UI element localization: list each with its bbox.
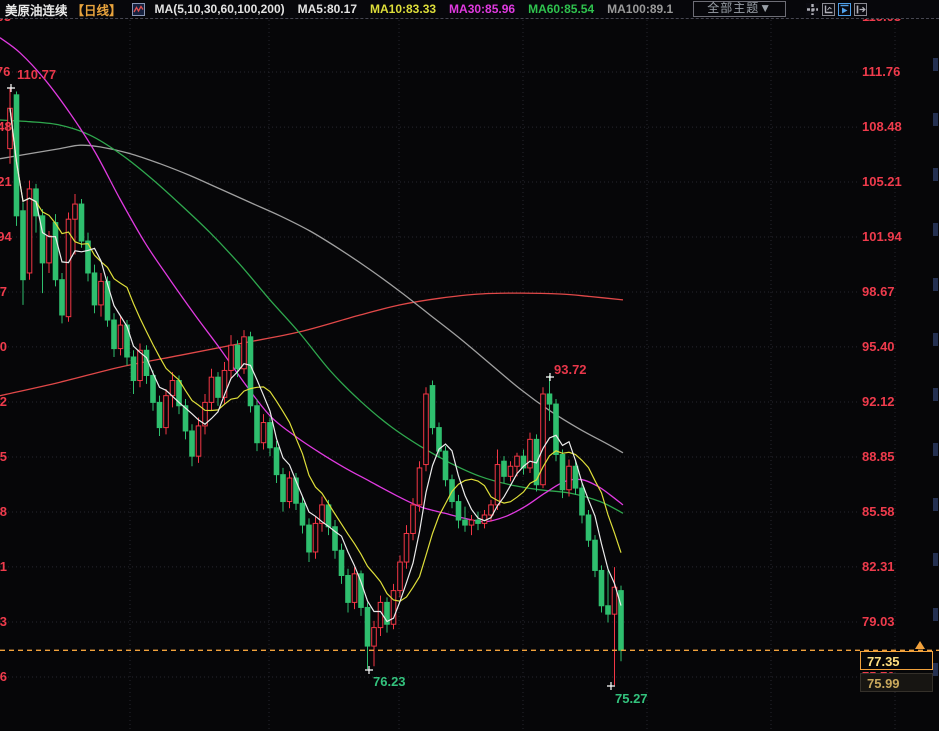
pane-layout-icon[interactable] xyxy=(806,3,819,16)
axis-scale-icon[interactable] xyxy=(822,3,835,16)
right-edge-tick xyxy=(933,113,938,126)
ma-value-label: MA100:89.1 xyxy=(607,2,673,16)
trading-chart-window: 美原油连续 【日线】 MA(5,10,30,60,100,200) MA5:80.… xyxy=(0,0,939,731)
swing-annotation: 76.23 xyxy=(373,674,406,689)
right-edge-tick xyxy=(933,168,938,181)
axis-price-label-clipped: 75.76 xyxy=(0,669,7,685)
line-chart-icon[interactable] xyxy=(132,3,145,16)
period-tag: 【日线】 xyxy=(72,0,122,19)
axis-price-label: 92.12 xyxy=(862,394,895,410)
drawing-flag-icon[interactable] xyxy=(838,3,851,16)
axis-price-label: 98.67 xyxy=(862,284,895,300)
ma-legend: MA(5,10,30,60,100,200) MA5:80.17 MA10:83.3… xyxy=(155,2,674,16)
right-edge-tick xyxy=(933,663,938,676)
instrument-title: 美原油连续 xyxy=(5,0,68,19)
axis-price-label: 111.76 xyxy=(862,64,900,80)
swing-annotation: 110.77 xyxy=(17,67,56,82)
current-price-box: 77.35 xyxy=(860,651,933,670)
right-edge-tick xyxy=(933,223,938,236)
swing-annotation: 93.72 xyxy=(554,362,587,377)
axis-price-label-clipped: 95.40 xyxy=(0,339,7,355)
theme-select-button[interactable]: 全部主题▼ xyxy=(693,1,786,17)
ma-value-label: MA30:85.96 xyxy=(449,2,515,16)
axis-price-label: 95.40 xyxy=(862,339,895,355)
chart-svg[interactable]: 110.77 93.72 76.23 75.27 xyxy=(0,0,939,731)
right-edge-tick xyxy=(933,333,938,346)
right-edge-tick xyxy=(933,58,938,71)
axis-price-label: 105.21 xyxy=(862,174,902,190)
axis-price-label: 101.94 xyxy=(862,229,902,245)
axis-price-label-clipped: 85.58 xyxy=(0,504,7,520)
axis-price-label: 79.03 xyxy=(862,614,895,630)
axis-price-label-clipped: 105.21 xyxy=(0,174,7,190)
right-edge-tick xyxy=(933,388,938,401)
axis-price-label: 85.58 xyxy=(862,504,895,520)
axis-price-label-clipped: 92.12 xyxy=(0,394,7,410)
chart-toolbar: 美原油连续 【日线】 MA(5,10,30,60,100,200) MA5:80.… xyxy=(0,0,939,19)
axis-price-label-clipped: 108.48 xyxy=(0,119,7,135)
axis-price-label-clipped: 79.03 xyxy=(0,614,7,630)
right-edge-tick xyxy=(933,553,938,566)
ma-value-label: MA60:85.54 xyxy=(528,2,594,16)
axis-price-label-clipped: 101.94 xyxy=(0,229,7,245)
ma-value-label: MA(5,10,30,60,100,200) xyxy=(155,2,285,16)
axis-price-label: 82.31 xyxy=(862,559,895,575)
ma-line-ma200 xyxy=(0,293,623,396)
right-edge-tick xyxy=(933,608,938,621)
right-edge-tick xyxy=(933,443,938,456)
toolbar-icon-group xyxy=(806,3,867,16)
secondary-price-box: 75.99 xyxy=(860,673,933,692)
right-edge-tick xyxy=(933,278,938,291)
swing-annotation: 75.27 xyxy=(615,691,648,706)
axis-price-label-clipped: 88.85 xyxy=(0,449,7,465)
axis-price-label: 108.48 xyxy=(862,119,902,135)
price-up-arrow-icon xyxy=(915,641,925,649)
axis-price-label-clipped: 82.31 xyxy=(0,559,7,575)
ma-value-label: MA10:83.33 xyxy=(370,2,436,16)
right-edge-tick xyxy=(933,498,938,511)
axis-price-label-clipped: 98.67 xyxy=(0,284,7,300)
axis-price-label: 88.85 xyxy=(862,449,895,465)
axis-price-label-clipped: 111.76 xyxy=(0,64,7,80)
exit-icon[interactable] xyxy=(854,3,867,16)
ma-value-label: MA5:80.17 xyxy=(298,2,357,16)
